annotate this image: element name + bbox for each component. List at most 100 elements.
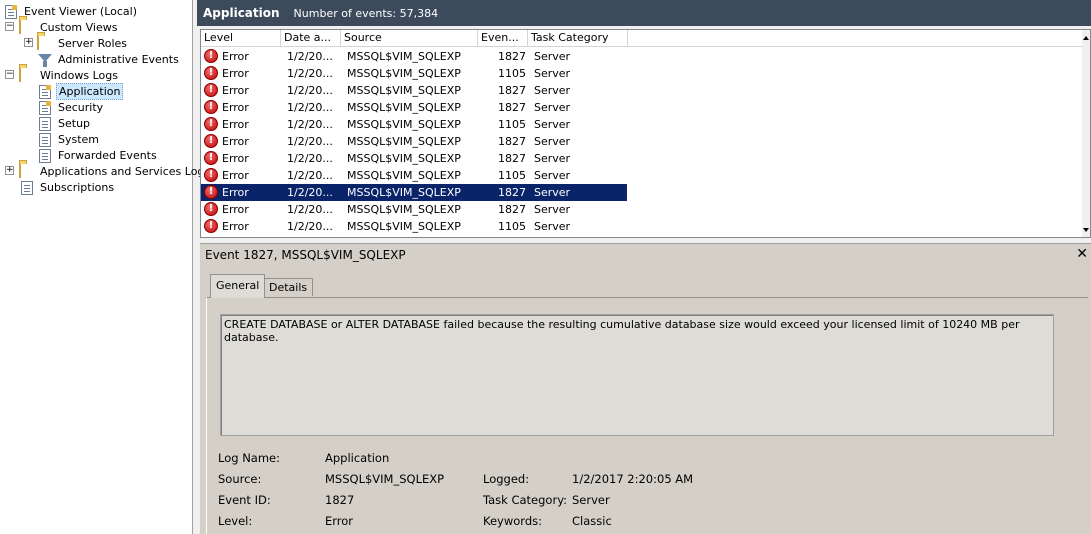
cell-level: Error — [222, 186, 249, 199]
close-icon[interactable]: ✕ — [1076, 246, 1088, 262]
cell-level: Error — [222, 135, 249, 148]
table-row[interactable]: ! Error 1/2/20... MSSQL$VIM_SQLEXP 1827 Serve… — [201, 201, 627, 218]
cell-level: Error — [222, 169, 249, 182]
tree-item-label: Custom Views — [40, 20, 118, 34]
events-grid: Level Date a... Source Even... Task Cate… — [200, 29, 1091, 238]
table-row[interactable]: ! Error 1/2/20... MSSQL$VIM_SQLEXP 1827 Serve… — [201, 133, 627, 150]
collapse-custom-views-icon[interactable]: − — [5, 22, 14, 31]
tree-item-windows-logs[interactable]: Windows Logs — [19, 66, 120, 83]
subscriptions-icon — [19, 180, 35, 195]
tree-item-forwarded-events[interactable]: Forwarded Events — [37, 147, 159, 163]
tree-item-applications-services-logs[interactable]: Applications and Services Logs — [19, 162, 212, 179]
expand-server-roles-icon[interactable]: + — [24, 38, 33, 47]
tree-item-label: Subscriptions — [40, 180, 115, 194]
event-id-label: Event ID: — [218, 493, 271, 507]
log-name-value: Application — [325, 451, 390, 465]
tree-item-server-roles[interactable]: Server Roles — [37, 34, 129, 51]
cell-task-category: Server — [534, 84, 571, 97]
table-row[interactable]: ! Error 1/2/20... MSSQL$VIM_SQLEXP 1105 Serve… — [201, 218, 627, 235]
folder-icon — [37, 34, 53, 51]
cell-date: 1/2/20... — [287, 50, 333, 63]
log-icon — [37, 148, 53, 163]
cell-event-id: 1827 — [498, 186, 526, 199]
scroll-up-icon[interactable] — [1083, 36, 1089, 40]
cell-source: MSSQL$VIM_SQLEXP — [347, 203, 461, 216]
tab-details[interactable]: Details — [263, 278, 314, 296]
tab-general[interactable]: General — [210, 274, 266, 298]
cell-source: MSSQL$VIM_SQLEXP — [347, 152, 461, 165]
log-icon — [37, 100, 53, 115]
table-row[interactable]: ! Error 1/2/20... MSSQL$VIM_SQLEXP 1827 Serve… — [201, 48, 627, 65]
column-header-filler — [628, 30, 1084, 47]
keywords-value: Classic — [572, 514, 612, 528]
tree-item-setup[interactable]: Setup — [37, 115, 92, 131]
cell-source: MSSQL$VIM_SQLEXP — [347, 84, 461, 97]
cell-date: 1/2/20... — [287, 101, 333, 114]
event-id-value: 1827 — [325, 493, 355, 507]
tree-item-label: Setup — [58, 116, 91, 130]
cell-date: 1/2/20... — [287, 135, 333, 148]
cell-event-id: 1105 — [498, 220, 526, 233]
cell-event-id: 1827 — [498, 84, 526, 97]
cell-task-category: Server — [534, 67, 571, 80]
cell-task-category: Server — [534, 186, 571, 199]
column-header-date[interactable]: Date a... — [281, 30, 341, 47]
logged-value: 1/2/2017 2:20:05 AM — [572, 472, 694, 486]
table-row[interactable]: ! Error 1/2/20... MSSQL$VIM_SQLEXP 1827 Serve… — [201, 150, 627, 167]
cell-task-category: Server — [534, 101, 571, 114]
expand-applications-services-icon[interactable]: + — [5, 166, 14, 175]
table-row[interactable]: ! Error 1/2/20... MSSQL$VIM_SQLEXP 1105 Serve… — [201, 167, 627, 184]
tree-item-administrative-events[interactable]: Administrative Events — [37, 51, 181, 67]
table-row[interactable]: ! Error 1/2/20... MSSQL$VIM_SQLEXP 1827 Serve… — [201, 184, 627, 201]
table-row[interactable]: ! Error 1/2/20... MSSQL$VIM_SQLEXP 1827 Serve… — [201, 99, 627, 116]
vertical-scrollbar[interactable] — [1082, 30, 1090, 237]
tree-item-system[interactable]: System — [37, 131, 101, 147]
tree-item-label: System — [58, 132, 100, 146]
cell-level: Error — [222, 67, 249, 80]
cell-date: 1/2/20... — [287, 84, 333, 97]
error-icon: ! — [204, 117, 218, 131]
cell-level: Error — [222, 152, 249, 165]
main-pane: Application Number of events: 57,384 Lev… — [197, 0, 1091, 534]
tree-item-security[interactable]: Security — [37, 99, 105, 115]
cell-task-category: Server — [534, 118, 571, 131]
log-header: Application Number of events: 57,384 — [197, 0, 1091, 26]
error-icon: ! — [204, 66, 218, 80]
column-header-task-category[interactable]: Task Category — [528, 30, 628, 47]
column-header-source[interactable]: Source — [341, 30, 478, 47]
column-header-event-id[interactable]: Even... — [478, 30, 528, 47]
table-row[interactable]: ! Error 1/2/20... MSSQL$VIM_SQLEXP 1105 Serve… — [201, 116, 627, 133]
cell-level: Error — [222, 220, 249, 233]
cell-source: MSSQL$VIM_SQLEXP — [347, 135, 461, 148]
log-title: Application — [203, 6, 280, 20]
level-label: Level: — [218, 514, 253, 528]
tree-item-label: Windows Logs — [40, 68, 118, 82]
event-detail-pane: Event 1827, MSSQL$VIM_SQLEXP ✕ General D… — [200, 243, 1091, 534]
task-category-value: Server — [572, 493, 610, 507]
cell-source: MSSQL$VIM_SQLEXP — [347, 186, 461, 199]
cell-event-id: 1827 — [498, 135, 526, 148]
tree-item-subscriptions[interactable]: Subscriptions — [19, 179, 116, 195]
cell-task-category: Server — [534, 169, 571, 182]
scroll-down-icon[interactable] — [1083, 228, 1089, 232]
cell-date: 1/2/20... — [287, 220, 333, 233]
error-icon: ! — [204, 100, 218, 114]
collapse-windows-logs-icon[interactable]: − — [5, 70, 14, 79]
tree-item-label: Administrative Events — [58, 52, 179, 66]
cell-date: 1/2/20... — [287, 203, 333, 216]
table-row[interactable]: ! Error 1/2/20... MSSQL$VIM_SQLEXP 1827 Serve… — [201, 82, 627, 99]
tree-item-application[interactable]: Application — [37, 82, 124, 100]
cell-level: Error — [222, 84, 249, 97]
level-value: Error — [325, 514, 354, 528]
cell-level: Error — [222, 203, 249, 216]
error-icon: ! — [204, 134, 218, 148]
log-name-label: Log Name: — [218, 451, 280, 465]
cell-source: MSSQL$VIM_SQLEXP — [347, 67, 461, 80]
tree-item-custom-views[interactable]: Custom Views — [19, 18, 119, 35]
column-header-level[interactable]: Level — [201, 30, 281, 47]
event-count: Number of events: 57,384 — [293, 6, 439, 20]
cell-task-category: Server — [534, 152, 571, 165]
log-icon — [37, 84, 53, 99]
cell-event-id: 1105 — [498, 169, 526, 182]
table-row[interactable]: ! Error 1/2/20... MSSQL$VIM_SQLEXP 1105 Serve… — [201, 65, 627, 82]
